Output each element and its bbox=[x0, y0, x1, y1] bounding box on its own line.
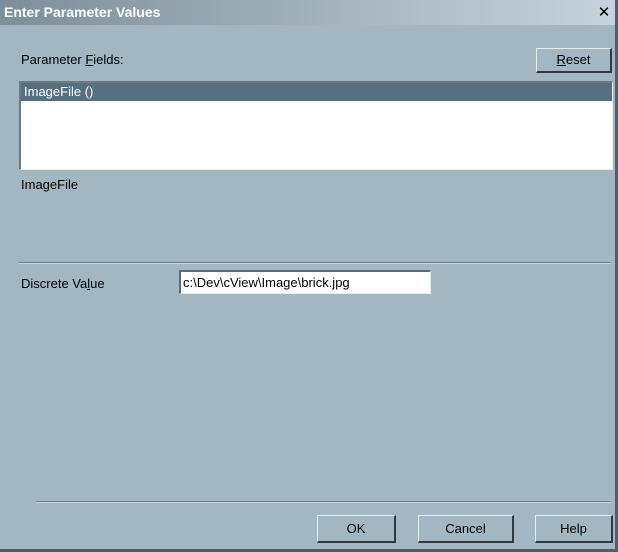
selected-field-name: ImageFile bbox=[21, 177, 79, 192]
reset-button[interactable]: Reset bbox=[536, 48, 612, 73]
title-bar[interactable]: Enter Parameter Values ✕ bbox=[0, 0, 615, 25]
discrete-value-input[interactable] bbox=[179, 270, 431, 294]
window-title: Enter Parameter Values bbox=[4, 4, 161, 20]
discrete-value-label: Discrete Value bbox=[21, 276, 105, 291]
parameter-fields-label: Parameter Fields: bbox=[21, 52, 124, 67]
close-icon[interactable]: ✕ bbox=[594, 3, 614, 22]
parameter-fields-list[interactable]: ImageFile () bbox=[19, 81, 613, 170]
footer-separator bbox=[36, 501, 611, 503]
ok-button[interactable]: OK bbox=[317, 515, 396, 543]
dialog-window: Enter Parameter Values ✕ Parameter Field… bbox=[0, 0, 618, 552]
help-button[interactable]: Help bbox=[535, 515, 613, 543]
list-item[interactable]: ImageFile () bbox=[21, 83, 612, 101]
separator bbox=[19, 262, 611, 264]
cancel-button[interactable]: Cancel bbox=[418, 515, 514, 543]
list-item-label: ImageFile () bbox=[24, 84, 94, 99]
